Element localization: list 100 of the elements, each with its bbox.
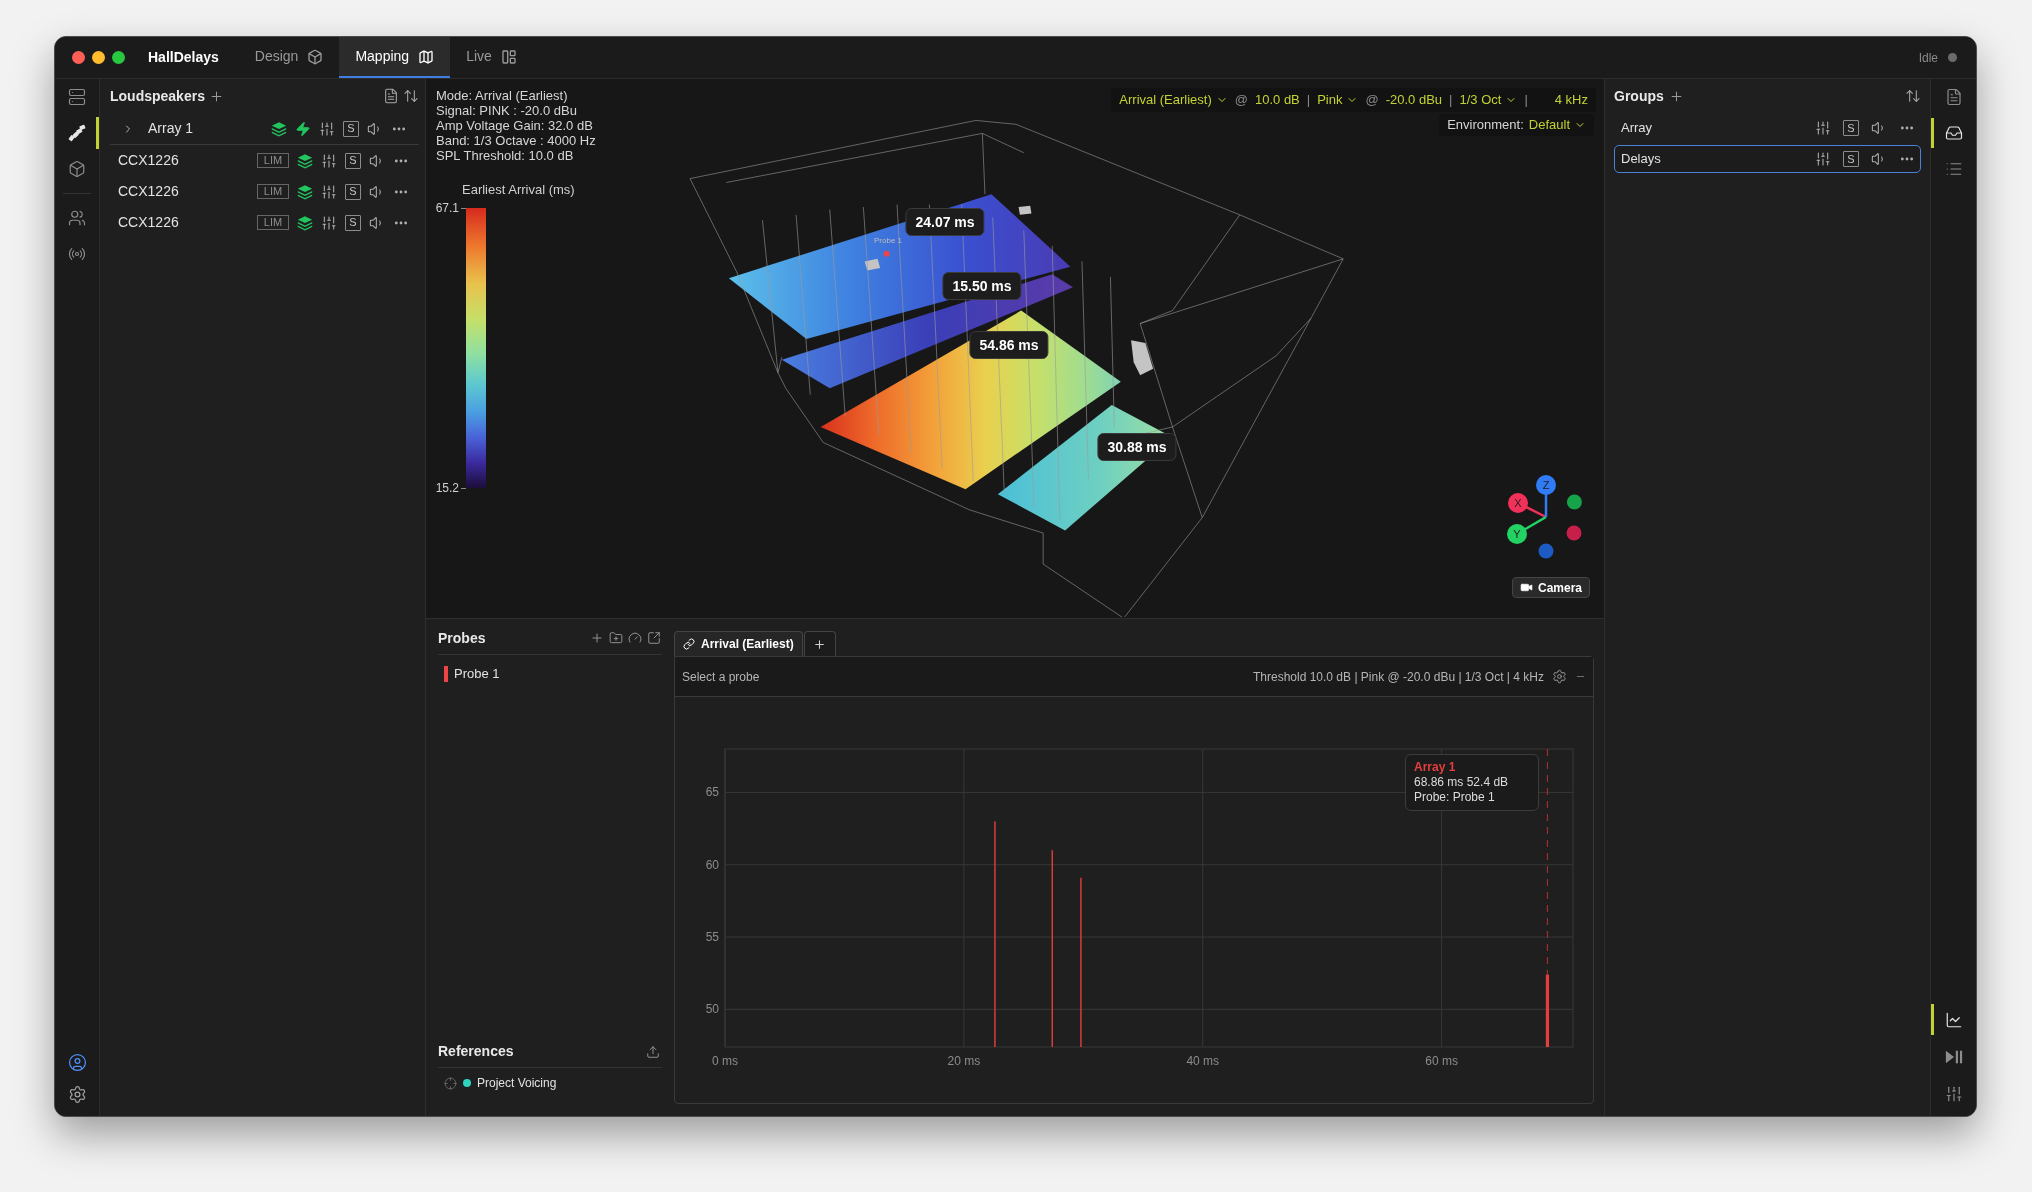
loudspeaker-model[interactable]: [1131, 340, 1154, 376]
axis-handle[interactable]: X: [1508, 493, 1547, 519]
negative-axis-handle[interactable]: [1538, 543, 1554, 559]
cube-icon: [307, 48, 324, 65]
sort-icon[interactable]: [403, 88, 419, 104]
panel-title: Loudspeakers: [110, 86, 205, 106]
add-icon[interactable]: [208, 88, 224, 104]
folder-plus-icon[interactable]: [609, 631, 623, 645]
settings-icon[interactable]: [67, 1084, 87, 1104]
negative-axis-handle[interactable]: [1566, 525, 1582, 541]
account-icon[interactable]: [67, 1052, 87, 1072]
group-row[interactable]: Array S: [1614, 114, 1921, 142]
panel-title: Probes: [438, 628, 486, 648]
minimize-button[interactable]: [92, 51, 105, 64]
layers-icon[interactable]: [297, 214, 313, 231]
chart-tab[interactable]: Arrival (Earliest): [674, 631, 803, 656]
group-name: Array: [1621, 119, 1653, 138]
cube-icon: [68, 160, 86, 178]
solo-button[interactable]: S: [345, 183, 361, 200]
toolbar-value[interactable]: 10.0 dB: [1254, 90, 1300, 110]
layers-icon[interactable]: [271, 120, 287, 137]
arrival-time-label: 54.86 ms: [969, 331, 1049, 359]
panels-icon: [500, 48, 517, 65]
legend-max-label: 67.1: [435, 201, 459, 215]
loudspeaker-model[interactable]: [1018, 205, 1032, 215]
speaker-name[interactable]: CCX1226: [118, 181, 179, 202]
toolbar-symbol: |: [1306, 91, 1311, 110]
environment-dropdown[interactable]: Default: [1528, 115, 1586, 135]
scene-info-line: Mode: Arrival (Earliest): [436, 88, 569, 103]
group-row[interactable]: Delays S: [1614, 145, 1921, 173]
negative-axis-handle[interactable]: [1566, 494, 1582, 510]
status-text: Idle: [1918, 49, 1938, 67]
add-icon[interactable]: [1668, 88, 1684, 104]
map-icon: [418, 48, 435, 65]
toolbar-dropdown[interactable]: 1/3 Oct: [1459, 90, 1518, 110]
lightning-icon[interactable]: [295, 120, 311, 137]
x-tick-label: 60 ms: [1425, 1054, 1458, 1068]
settings-icon[interactable]: [1552, 669, 1567, 684]
panel-title: Groups: [1614, 86, 1664, 106]
toolbar-symbol: @: [1234, 91, 1248, 110]
mixer-icon[interactable]: [321, 152, 337, 169]
solo-button[interactable]: S: [1843, 120, 1859, 136]
solo-button[interactable]: S: [343, 120, 359, 137]
limiter-button[interactable]: LIM: [257, 215, 289, 230]
sort-icon[interactable]: [1905, 88, 1921, 104]
add-icon[interactable]: [590, 631, 604, 645]
plus-icon: [813, 637, 827, 651]
zoom-button[interactable]: [112, 51, 125, 64]
speaker-array-icon: [68, 124, 86, 142]
array-name[interactable]: Array 1: [148, 118, 194, 139]
solo-button[interactable]: S: [345, 152, 361, 169]
external-link-icon[interactable]: [647, 631, 661, 645]
upload-icon[interactable]: [646, 1044, 660, 1059]
server-stack-icon: [68, 88, 86, 106]
crosshair-icon[interactable]: [444, 1076, 457, 1090]
legend-title: Earliest Arrival (ms): [462, 182, 575, 198]
mixer-icon[interactable]: [321, 183, 337, 200]
broadcast-icon: [68, 245, 86, 263]
y-tick-label: 65: [705, 785, 719, 800]
limiter-button[interactable]: LIM: [257, 153, 289, 168]
mode-tab[interactable]: Mapping: [339, 37, 451, 78]
axis-handle[interactable]: Y: [1507, 515, 1547, 544]
toolbar-dropdown[interactable]: Arrival (Earliest): [1119, 90, 1228, 110]
x-tick-label: 20 ms: [947, 1054, 981, 1068]
axis-handle[interactable]: Z: [1536, 475, 1556, 517]
scene-info-line: Signal: PINK : -20.0 dBu: [436, 103, 578, 118]
group-name: Delays: [1621, 150, 1661, 169]
camera-button[interactable]: Camera: [1512, 577, 1591, 598]
layers-icon[interactable]: [297, 152, 313, 169]
link-icon: [683, 638, 695, 650]
mode-tab[interactable]: Live: [450, 37, 533, 78]
mixer-icon[interactable]: [319, 120, 335, 137]
probe-hint: Select a probe: [682, 668, 760, 686]
speaker-name[interactable]: CCX1226: [118, 212, 179, 233]
solo-button[interactable]: S: [345, 214, 361, 231]
toolbar-value[interactable]: -20.0 dBu: [1385, 90, 1443, 110]
speaker-name[interactable]: CCX1226: [118, 150, 179, 171]
probe-marker-icon[interactable]: [883, 250, 890, 257]
gauge-icon[interactable]: [628, 631, 642, 645]
probe-name[interactable]: Probe 1: [454, 664, 500, 684]
mixer-icon[interactable]: [1815, 151, 1831, 167]
legend-min-label: 15.2: [435, 481, 459, 495]
y-tick-label: 60: [705, 857, 719, 872]
toolbar-dropdown[interactable]: Pink: [1317, 90, 1359, 110]
solo-button[interactable]: S: [1843, 151, 1859, 167]
y-tick-label: 50: [705, 1002, 719, 1017]
limiter-button[interactable]: LIM: [257, 184, 289, 199]
mixer-icon[interactable]: [321, 214, 337, 231]
reference-name[interactable]: Project Voicing: [477, 1074, 557, 1092]
environment-label: Environment:: [1447, 116, 1524, 135]
add-tab-button[interactable]: [803, 631, 836, 656]
document-icon[interactable]: [383, 88, 399, 104]
chart-settings-summary: Threshold 10.0 dB | Pink @ -20.0 dBu | 1/3 Oct | 4 kHz: [1253, 668, 1544, 686]
toolbar-value[interactable]: 4 kHz: [1554, 90, 1588, 110]
probe-marker-label: Probe 1: [874, 236, 903, 245]
layers-icon[interactable]: [297, 183, 313, 200]
close-button[interactable]: [72, 51, 85, 64]
mixer-icon[interactable]: [1815, 120, 1831, 136]
mode-tab[interactable]: Design: [238, 37, 340, 78]
scene-viewport[interactable]: [426, 79, 1604, 619]
